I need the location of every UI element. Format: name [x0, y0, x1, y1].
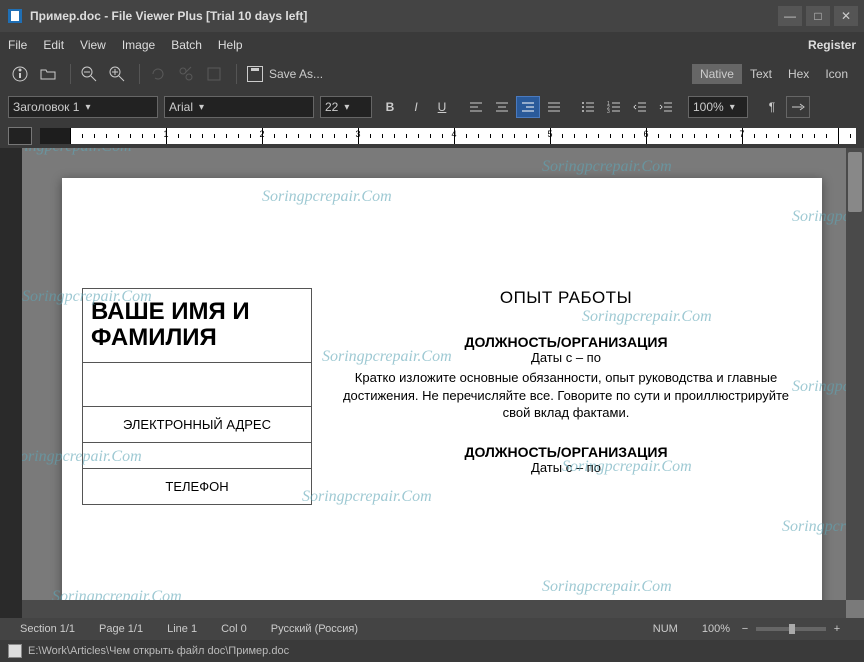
- open-folder-icon[interactable]: [36, 62, 60, 86]
- outdent-button[interactable]: [628, 96, 652, 118]
- vertical-scrollbar[interactable]: [846, 148, 864, 600]
- view-tab-icon[interactable]: Icon: [817, 64, 856, 84]
- numbered-list-button[interactable]: 123: [602, 96, 626, 118]
- watermark-text: Soringpcrepair.Com: [22, 148, 132, 156]
- align-center-button[interactable]: [490, 96, 514, 118]
- path-bar: E:\Work\Articles\Чем открыть файл doc\Пр…: [0, 640, 864, 662]
- info-icon[interactable]: [8, 62, 32, 86]
- menu-view[interactable]: View: [80, 38, 106, 52]
- menu-image[interactable]: Image: [122, 38, 155, 52]
- zoom-plus-button[interactable]: +: [830, 623, 844, 635]
- view-tab-hex[interactable]: Hex: [780, 64, 817, 84]
- document-page[interactable]: ВАШЕ ИМЯ И ФАМИЛИЯ ЭЛЕКТРОННЫЙ АДРЕС ТЕЛ…: [62, 178, 822, 618]
- zoom-control: − +: [738, 623, 844, 635]
- menu-help[interactable]: Help: [218, 38, 243, 52]
- role-heading[interactable]: ДОЛЖНОСТЬ/ОРГАНИЗАЦИЯ: [330, 334, 802, 350]
- save-as-button[interactable]: Save As...: [247, 66, 323, 82]
- app-icon: [6, 7, 24, 25]
- status-page: Page 1/1: [99, 623, 143, 635]
- role-dates[interactable]: Даты с – по: [330, 350, 802, 365]
- scrollbar-thumb[interactable]: [848, 152, 862, 212]
- align-justify-button[interactable]: [542, 96, 566, 118]
- role-heading[interactable]: ДОЛЖНОСТЬ/ОРГАНИЗАЦИЯ: [330, 444, 802, 460]
- view-tab-text[interactable]: Text: [742, 64, 780, 84]
- view-mode-tabs: Native Text Hex Icon: [692, 64, 856, 84]
- ltr-direction-button[interactable]: [786, 96, 810, 118]
- role-description[interactable]: Кратко изложите основные обязанности, оп…: [330, 369, 802, 422]
- role-dates[interactable]: Даты с – по: [330, 460, 802, 475]
- font-combo[interactable]: Arial ▾: [164, 96, 314, 118]
- horizontal-scrollbar[interactable]: [22, 600, 846, 618]
- page-viewport[interactable]: ВАШЕ ИМЯ И ФАМИЛИЯ ЭЛЕКТРОННЫЙ АДРЕС ТЕЛ…: [22, 148, 864, 618]
- title-bar: Пример.doc - File Viewer Plus [Trial 10 …: [0, 0, 864, 32]
- pilcrow-button[interactable]: ¶: [760, 96, 784, 118]
- save-as-label: Save As...: [269, 67, 323, 81]
- file-path: E:\Work\Articles\Чем открыть файл doc\Пр…: [28, 645, 289, 657]
- refresh-icon[interactable]: [146, 62, 170, 86]
- menu-batch[interactable]: Batch: [171, 38, 202, 52]
- resume-empty-cell[interactable]: [83, 362, 312, 406]
- window-title: Пример.doc - File Viewer Plus [Trial 10 …: [30, 9, 307, 23]
- ruler-row: 1234567: [0, 124, 864, 148]
- style-combo[interactable]: Заголовок 1 ▾: [8, 96, 158, 118]
- resume-email-label[interactable]: ЭЛЕКТРОННЫЙ АДРЕС: [83, 406, 312, 442]
- floppy-icon: [247, 66, 263, 82]
- crop-icon[interactable]: [174, 62, 198, 86]
- minimize-button[interactable]: —: [778, 6, 802, 26]
- align-right-button[interactable]: [516, 96, 540, 118]
- resume-name-cell[interactable]: ВАШЕ ИМЯ И ФАМИЛИЯ: [83, 289, 312, 363]
- zoom-minus-button[interactable]: −: [738, 623, 752, 635]
- status-zoom-value: 100%: [702, 623, 730, 635]
- bullet-list-button[interactable]: [576, 96, 600, 118]
- view-tab-native[interactable]: Native: [692, 64, 742, 84]
- status-bar: Section 1/1 Page 1/1 Line 1 Col 0 Русски…: [0, 618, 864, 640]
- menu-edit[interactable]: Edit: [43, 38, 64, 52]
- document-area: ВАШЕ ИМЯ И ФАМИЛИЯ ЭЛЕКТРОННЫЙ АДРЕС ТЕЛ…: [0, 148, 864, 618]
- chevron-down-icon: ▾: [730, 102, 735, 113]
- resume-empty-cell[interactable]: [83, 442, 312, 468]
- format-toolbar: Заголовок 1 ▾ Arial ▾ 22 ▾ B I U 123: [0, 90, 864, 124]
- zoom-slider-knob[interactable]: [789, 624, 795, 634]
- zoom-combo[interactable]: 100% ▾: [688, 96, 748, 118]
- chevron-down-icon: ▾: [85, 102, 90, 113]
- register-link[interactable]: Register: [808, 38, 856, 52]
- menu-bar: File Edit View Image Batch Help Register: [0, 32, 864, 58]
- font-size-combo[interactable]: 22 ▾: [320, 96, 372, 118]
- close-button[interactable]: ✕: [834, 6, 858, 26]
- zoom-combo-value: 100%: [693, 100, 724, 114]
- doc-left-column: ВАШЕ ИМЯ И ФАМИЛИЯ ЭЛЕКТРОННЫЙ АДРЕС ТЕЛ…: [82, 288, 312, 505]
- chevron-down-icon: ▾: [199, 102, 204, 113]
- resume-phone-label[interactable]: ТЕЛЕФОН: [83, 468, 312, 504]
- maximize-button[interactable]: □: [806, 6, 830, 26]
- tab-stop-selector[interactable]: [8, 127, 32, 145]
- font-size-value: 22: [325, 100, 338, 114]
- document-icon: [8, 644, 22, 658]
- zoom-out-icon[interactable]: [77, 62, 101, 86]
- menu-file[interactable]: File: [8, 38, 27, 52]
- style-combo-value: Заголовок 1: [13, 100, 79, 114]
- status-line: Line 1: [167, 623, 197, 635]
- resize-icon[interactable]: [202, 62, 226, 86]
- svg-text:3: 3: [607, 109, 610, 114]
- section-title-experience[interactable]: ОПЫТ РАБОТЫ: [330, 288, 802, 308]
- main-toolbar: Save As... Native Text Hex Icon: [0, 58, 864, 90]
- underline-button[interactable]: U: [430, 96, 454, 118]
- indent-button[interactable]: [654, 96, 678, 118]
- status-numlock: NUM: [653, 623, 678, 635]
- doc-right-column: ОПЫТ РАБОТЫ ДОЛЖНОСТЬ/ОРГАНИЗАЦИЯ Даты с…: [330, 288, 802, 505]
- watermark-text: Soringpcrepair.Com: [542, 158, 672, 176]
- align-left-button[interactable]: [464, 96, 488, 118]
- bold-button[interactable]: B: [378, 96, 402, 118]
- status-col: Col 0: [221, 623, 247, 635]
- vertical-ruler[interactable]: [0, 148, 22, 618]
- horizontal-ruler[interactable]: 1234567: [40, 128, 856, 144]
- status-language: Русский (Россия): [271, 623, 358, 635]
- app-window: Пример.doc - File Viewer Plus [Trial 10 …: [0, 0, 864, 662]
- zoom-in-icon[interactable]: [105, 62, 129, 86]
- status-section: Section 1/1: [20, 623, 75, 635]
- italic-button[interactable]: I: [404, 96, 428, 118]
- chevron-down-icon: ▾: [344, 102, 349, 113]
- font-combo-value: Arial: [169, 100, 193, 114]
- zoom-slider[interactable]: [756, 627, 826, 631]
